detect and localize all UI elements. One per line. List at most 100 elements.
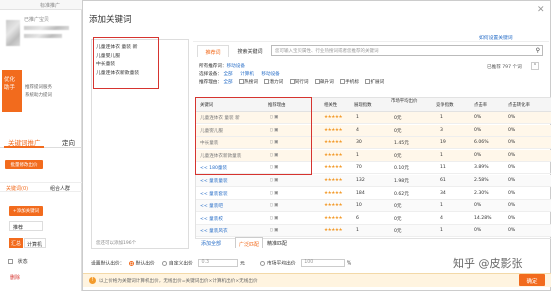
table-row[interactable]: << 童装童装 ★★★★★ 132 1.98元 61 2.58% 0% ▯ ▣ xyxy=(196,175,551,187)
left-tabs: 关键词推广 定向 xyxy=(0,134,82,148)
confirm-button[interactable]: 确定 xyxy=(519,274,545,286)
cell-cvr: 0% xyxy=(508,215,516,221)
add-keyword-button[interactable]: +添加关键词 xyxy=(9,206,43,216)
tab-recommend[interactable]: 推荐词 xyxy=(197,45,229,57)
tab-broad-match[interactable]: 广泛匹配 xyxy=(235,237,263,248)
filter-option[interactable]: 潜力词 xyxy=(269,80,283,85)
cell-impressions: 70 xyxy=(356,165,362,171)
cell-keyword[interactable]: << 童装校 xyxy=(200,216,223,222)
cell-relevance: ★★★★★ xyxy=(324,152,343,158)
tab-search[interactable]: 搜索关键词 xyxy=(233,45,267,57)
annotation-box-selected xyxy=(93,37,159,89)
cell-avg-bid: 0元 xyxy=(394,204,402,210)
filter-option[interactable]: 飙升词 xyxy=(320,80,334,85)
cell-avg-bid: 0.62元 xyxy=(394,191,409,197)
filter-option[interactable]: 移动设备 xyxy=(227,64,245,69)
col-cvr[interactable]: 点击转化率 xyxy=(508,102,530,108)
radio-default[interactable] xyxy=(129,260,135,266)
tab-targeting[interactable]: 定向 xyxy=(62,137,75,147)
market-percent-input[interactable]: 100 xyxy=(301,259,346,267)
search-icon[interactable]: ⚲ xyxy=(536,47,540,54)
subtab-audience[interactable]: 组合人群 xyxy=(50,185,70,192)
filter-label: 推荐理由： xyxy=(199,80,222,85)
radio-custom-label: 自定义出价 xyxy=(168,261,193,267)
tab-exact-match[interactable]: 精准匹配 xyxy=(267,240,287,247)
subtab-keywords[interactable]: 关键词(0) xyxy=(6,185,28,192)
warning-bar: ! 以上价格为关键词计算机出价，无线出价=关键词出价×计算机出价×无线出价 xyxy=(83,273,551,287)
cell-cvr: 0% xyxy=(508,190,516,196)
cell-cvr: 0% xyxy=(508,228,516,234)
device-icon: ▯ ▣ xyxy=(270,228,279,234)
cell-impressions: 30 xyxy=(356,140,362,146)
cell-relevance: ★★★★★ xyxy=(324,203,343,209)
radio-market-label: 市场平均出价 xyxy=(266,261,296,267)
warning-text: 以上价格为关键词计算机出价，无线出价=关键词出价×计算机出价×无线出价 xyxy=(99,279,258,284)
cell-impressions: 4 xyxy=(356,127,359,133)
close-icon[interactable]: ✕ xyxy=(537,5,545,15)
expand-icon[interactable]: ⌃ xyxy=(531,62,539,70)
recommend-button[interactable]: 推荐 xyxy=(9,221,43,231)
cell-ctr: 0% xyxy=(474,127,482,133)
filter-option[interactable]: 计算机 xyxy=(240,72,254,77)
cell-keyword[interactable]: << 童装童装 xyxy=(200,178,228,184)
left-subtabs: 关键词(0) 组合人群 xyxy=(0,182,82,192)
batch-bid-button[interactable]: 批量修改出价 xyxy=(5,160,43,169)
col-impressions[interactable]: 展现指数 xyxy=(354,102,372,108)
filter-label: 所有推荐词： xyxy=(199,64,227,69)
computer-tab[interactable]: 计算机 xyxy=(24,238,46,248)
help-link[interactable]: 如何设置关键词 xyxy=(479,36,513,41)
cell-keyword[interactable]: << 童装风衣 xyxy=(200,228,228,234)
cell-ctr: 3.89% xyxy=(474,165,489,171)
cell-ctr: 2.58% xyxy=(474,178,489,183)
cell-impressions: 1 xyxy=(356,115,359,120)
keyword-search-input[interactable]: 您可输入宝贝属性、行业热搜词或者您推荐的关键词 ⚲ xyxy=(271,45,543,56)
table-row[interactable]: << 童装风衣 ★★★★★ 1 0元 1 0% 0% ▯ ▣ xyxy=(196,225,551,238)
cell-competition: 1 xyxy=(440,203,443,209)
checkbox[interactable] xyxy=(289,79,295,84)
filter-option[interactable]: 同行词 xyxy=(295,80,309,85)
cell-impressions: 184 xyxy=(356,190,365,196)
radio-custom[interactable] xyxy=(162,260,168,266)
filter-option[interactable]: 热搜词 xyxy=(244,80,258,85)
custom-bid-input[interactable]: 0.3 xyxy=(198,259,239,267)
cell-relevance: ★★★★★ xyxy=(324,228,343,234)
blurred-text xyxy=(24,26,69,30)
table-row[interactable]: << 童装校 ★★★★★ 6 0元 4 14.28% 0% ▯ ▣ xyxy=(196,213,551,225)
watermark: 知乎 @皮影张 xyxy=(453,257,523,270)
col-relevance[interactable]: 相关性 xyxy=(324,102,337,108)
col-avg-bid[interactable]: 市场平均出价 xyxy=(391,99,421,104)
filter-option[interactable]: 全部 xyxy=(223,80,232,85)
badge-line: 优化 xyxy=(4,77,16,83)
table-row[interactable]: << 童装套装 ★★★★★ 184 0.62元 34 2.30% 0% ▯ ▣ xyxy=(196,188,551,200)
filter-option[interactable]: 手机标 xyxy=(345,80,359,85)
radio-market[interactable] xyxy=(260,260,266,266)
delete-link[interactable]: 删除 xyxy=(10,274,20,281)
col-competition[interactable]: 竞争指数 xyxy=(436,102,454,108)
filter-option[interactable]: 扩展词 xyxy=(370,80,384,85)
match-tabs: 添加全部 广泛匹配 精准匹配 xyxy=(195,237,551,248)
cell-impressions: 132 xyxy=(356,178,365,183)
cell-keyword[interactable]: << 童装套装 xyxy=(200,191,228,197)
filter-option[interactable]: 全部 xyxy=(223,72,232,77)
col-ctr[interactable]: 点击率 xyxy=(474,102,487,108)
cell-avg-bid: 0元 xyxy=(394,128,402,134)
cell-competition: 1 xyxy=(440,115,443,120)
select-all-checkbox[interactable] xyxy=(8,259,13,264)
optimize-badge[interactable]: 优化 助手 xyxy=(2,70,22,112)
table-row[interactable]: << 童装吧 ★★★★★ 10 0元 1 0% 0% ▯ ▣ xyxy=(196,200,551,213)
cell-competition: 19 xyxy=(440,140,446,146)
dialog-title: 添加关键词 xyxy=(89,15,132,25)
cell-avg-bid: 0元 xyxy=(394,229,402,235)
cell-cvr: 0% xyxy=(508,165,516,171)
cell-ctr: 0% xyxy=(474,228,482,234)
left-title: 已推广宝贝 xyxy=(24,17,50,23)
filter-option[interactable]: 移动设备 xyxy=(261,72,279,77)
cell-relevance: ★★★★★ xyxy=(324,178,343,183)
add-keyword-dialog: 添加关键词 儿童连体衣 童装 新 儿童婴儿服 中长童装 儿童连体衣新款童装 您还… xyxy=(82,0,551,291)
cell-relevance: ★★★★★ xyxy=(324,140,343,146)
recommend-label: 推荐 xyxy=(13,225,24,231)
cell-keyword[interactable]: << 童装吧 xyxy=(200,203,223,209)
summary-tab[interactable]: 汇总 xyxy=(9,238,23,248)
blurred-text xyxy=(24,34,62,38)
add-all-link[interactable]: 添加全部 xyxy=(201,240,221,247)
